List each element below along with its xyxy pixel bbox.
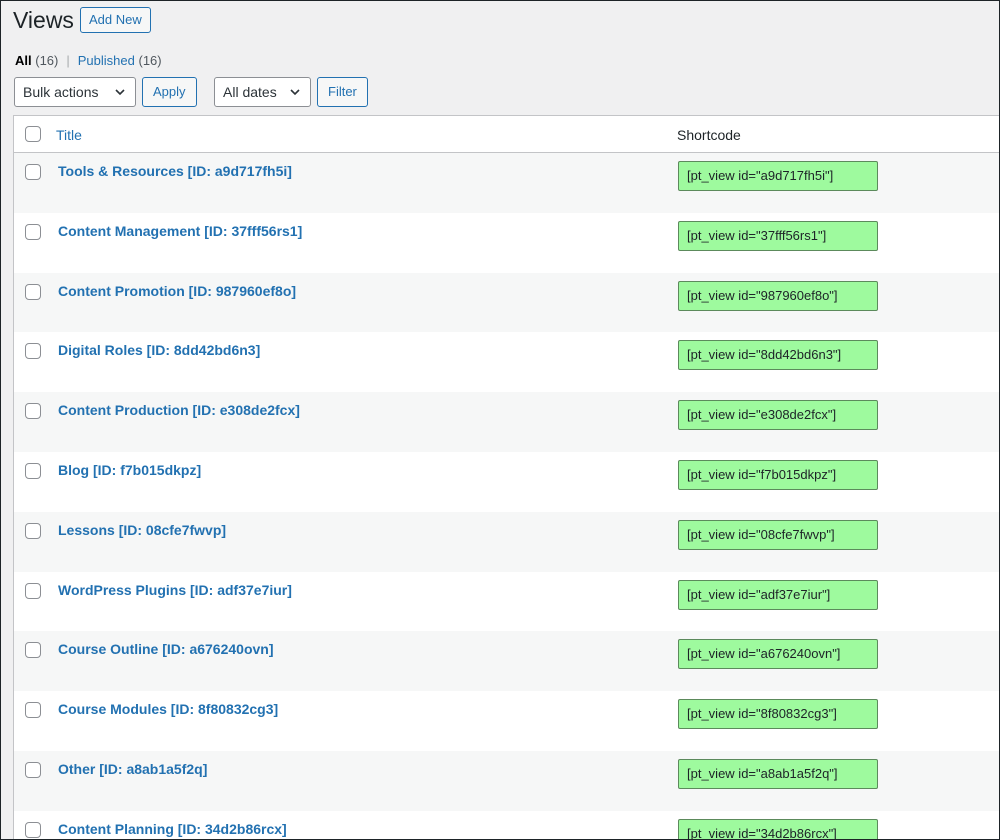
shortcode-field[interactable]: [pt_view id="34d2b86rcx"]: [678, 818, 878, 839]
table-row: Blog [ID: f7b015dkpz] [pt_view id="f7b015…: [14, 452, 999, 512]
table-row: Content Management [ID: 37fff56rs1] [pt_v…: [14, 213, 999, 273]
filter-button[interactable]: Filter: [317, 77, 368, 107]
filter-published[interactable]: Published (16): [78, 53, 162, 69]
filter-separator: |: [66, 53, 70, 68]
shortcode-field[interactable]: [pt_view id="f7b015dkpz"]: [678, 459, 878, 490]
shortcode-field[interactable]: [pt_view id="37fff56rs1"]: [678, 220, 878, 251]
chevron-down-icon: [290, 89, 300, 96]
row-title-link[interactable]: Course Outline [ID: a676240ovn]: [58, 641, 274, 657]
table-row: Digital Roles [ID: 8dd42bd6n3] [pt_view i…: [14, 332, 999, 392]
views-admin-page: Views Add New All (16) | Published (16) …: [0, 0, 1000, 840]
filter-all-count: (16): [35, 53, 59, 68]
table-row: Course Modules [ID: 8f80832cg3] [pt_view …: [14, 691, 999, 751]
row-checkbox[interactable]: [25, 522, 41, 539]
table-header: Title Shortcode: [14, 116, 999, 153]
table-body: Tools & Resources [ID: a9d717fh5i] [pt_vi…: [14, 153, 999, 839]
row-checkbox[interactable]: [25, 283, 41, 300]
row-title-link[interactable]: Other [ID: a8ab1a5f2q]: [58, 761, 207, 777]
filter-published-count: (16): [138, 53, 162, 68]
row-checkbox[interactable]: [25, 702, 41, 719]
row-title-link[interactable]: Content Planning [ID: 34d2b86rcx]: [58, 821, 287, 837]
column-shortcode-header: Shortcode: [677, 127, 741, 143]
table-row: Course Outline [ID: a676240ovn] [pt_view …: [14, 631, 999, 692]
row-checkbox[interactable]: [25, 582, 41, 599]
row-title-link[interactable]: Course Modules [ID: 8f80832cg3]: [58, 701, 278, 717]
row-checkbox[interactable]: [25, 223, 41, 240]
row-title-link[interactable]: Tools & Resources [ID: a9d717fh5i]: [58, 163, 292, 179]
page-title: Views: [13, 7, 74, 33]
row-checkbox[interactable]: [25, 642, 41, 659]
date-filter-value: All dates: [223, 84, 277, 100]
shortcode-field[interactable]: [pt_view id="8f80832cg3"]: [678, 699, 878, 730]
table-row: Other [ID: a8ab1a5f2q] [pt_view id="a8ab1…: [14, 750, 999, 811]
views-table: Title Shortcode Tools & Resources [ID: a…: [13, 115, 999, 839]
apply-button[interactable]: Apply: [142, 77, 197, 107]
filter-all-label[interactable]: All: [15, 53, 32, 68]
chevron-down-icon: [115, 89, 125, 96]
status-filter-links: All (16) | Published (16): [15, 53, 162, 69]
table-row: Content Production [ID: e308de2fcx] [pt_v…: [14, 392, 999, 452]
shortcode-field[interactable]: [pt_view id="987960ef8o"]: [678, 280, 878, 311]
shortcode-field[interactable]: [pt_view id="8dd42bd6n3"]: [678, 340, 878, 371]
shortcode-field[interactable]: [pt_view id="a8ab1a5f2q"]: [678, 758, 878, 789]
bulk-actions-select[interactable]: Bulk actions: [14, 77, 136, 107]
row-title-link[interactable]: Content Management [ID: 37fff56rs1]: [58, 223, 302, 239]
table-row: Lessons [ID: 08cfe7fwvp] [pt_view id="08c…: [14, 511, 999, 572]
row-checkbox[interactable]: [25, 821, 41, 838]
row-title-link[interactable]: Content Production [ID: e308de2fcx]: [58, 402, 300, 418]
add-new-button[interactable]: Add New: [80, 7, 151, 33]
shortcode-field[interactable]: [pt_view id="adf37e7iur"]: [678, 579, 878, 610]
shortcode-field[interactable]: [pt_view id="e308de2fcx"]: [678, 400, 878, 431]
filter-published-label[interactable]: Published: [78, 53, 135, 68]
row-title-link[interactable]: Digital Roles [ID: 8dd42bd6n3]: [58, 342, 260, 358]
shortcode-field[interactable]: [pt_view id="08cfe7fwvp"]: [678, 519, 878, 550]
table-row: WordPress Plugins [ID: adf37e7iur] [pt_vi…: [14, 572, 999, 632]
row-checkbox[interactable]: [25, 164, 41, 180]
table-row: Content Promotion [ID: 987960ef8o] [pt_vi…: [14, 272, 999, 333]
row-checkbox[interactable]: [25, 462, 41, 479]
filter-all[interactable]: All (16): [15, 53, 58, 69]
row-title-link[interactable]: WordPress Plugins [ID: adf37e7iur]: [58, 582, 292, 598]
table-row: Content Planning [ID: 34d2b86rcx] [pt_vie…: [14, 811, 999, 839]
date-filter-select[interactable]: All dates: [214, 77, 311, 107]
table-row: Tools & Resources [ID: a9d717fh5i] [pt_vi…: [14, 153, 999, 213]
row-title-link[interactable]: Blog [ID: f7b015dkpz]: [58, 462, 201, 478]
row-title-link[interactable]: Lessons [ID: 08cfe7fwvp]: [58, 522, 226, 538]
row-checkbox[interactable]: [25, 343, 41, 360]
select-all-checkbox[interactable]: [25, 126, 41, 142]
shortcode-field[interactable]: [pt_view id="a676240ovn"]: [678, 639, 878, 670]
bulk-actions-value: Bulk actions: [23, 84, 99, 100]
row-checkbox[interactable]: [25, 403, 41, 420]
row-title-link[interactable]: Content Promotion [ID: 987960ef8o]: [58, 283, 296, 299]
column-title-header[interactable]: Title: [56, 127, 82, 143]
row-checkbox[interactable]: [25, 761, 41, 778]
shortcode-field[interactable]: [pt_view id="a9d717fh5i"]: [678, 161, 878, 191]
